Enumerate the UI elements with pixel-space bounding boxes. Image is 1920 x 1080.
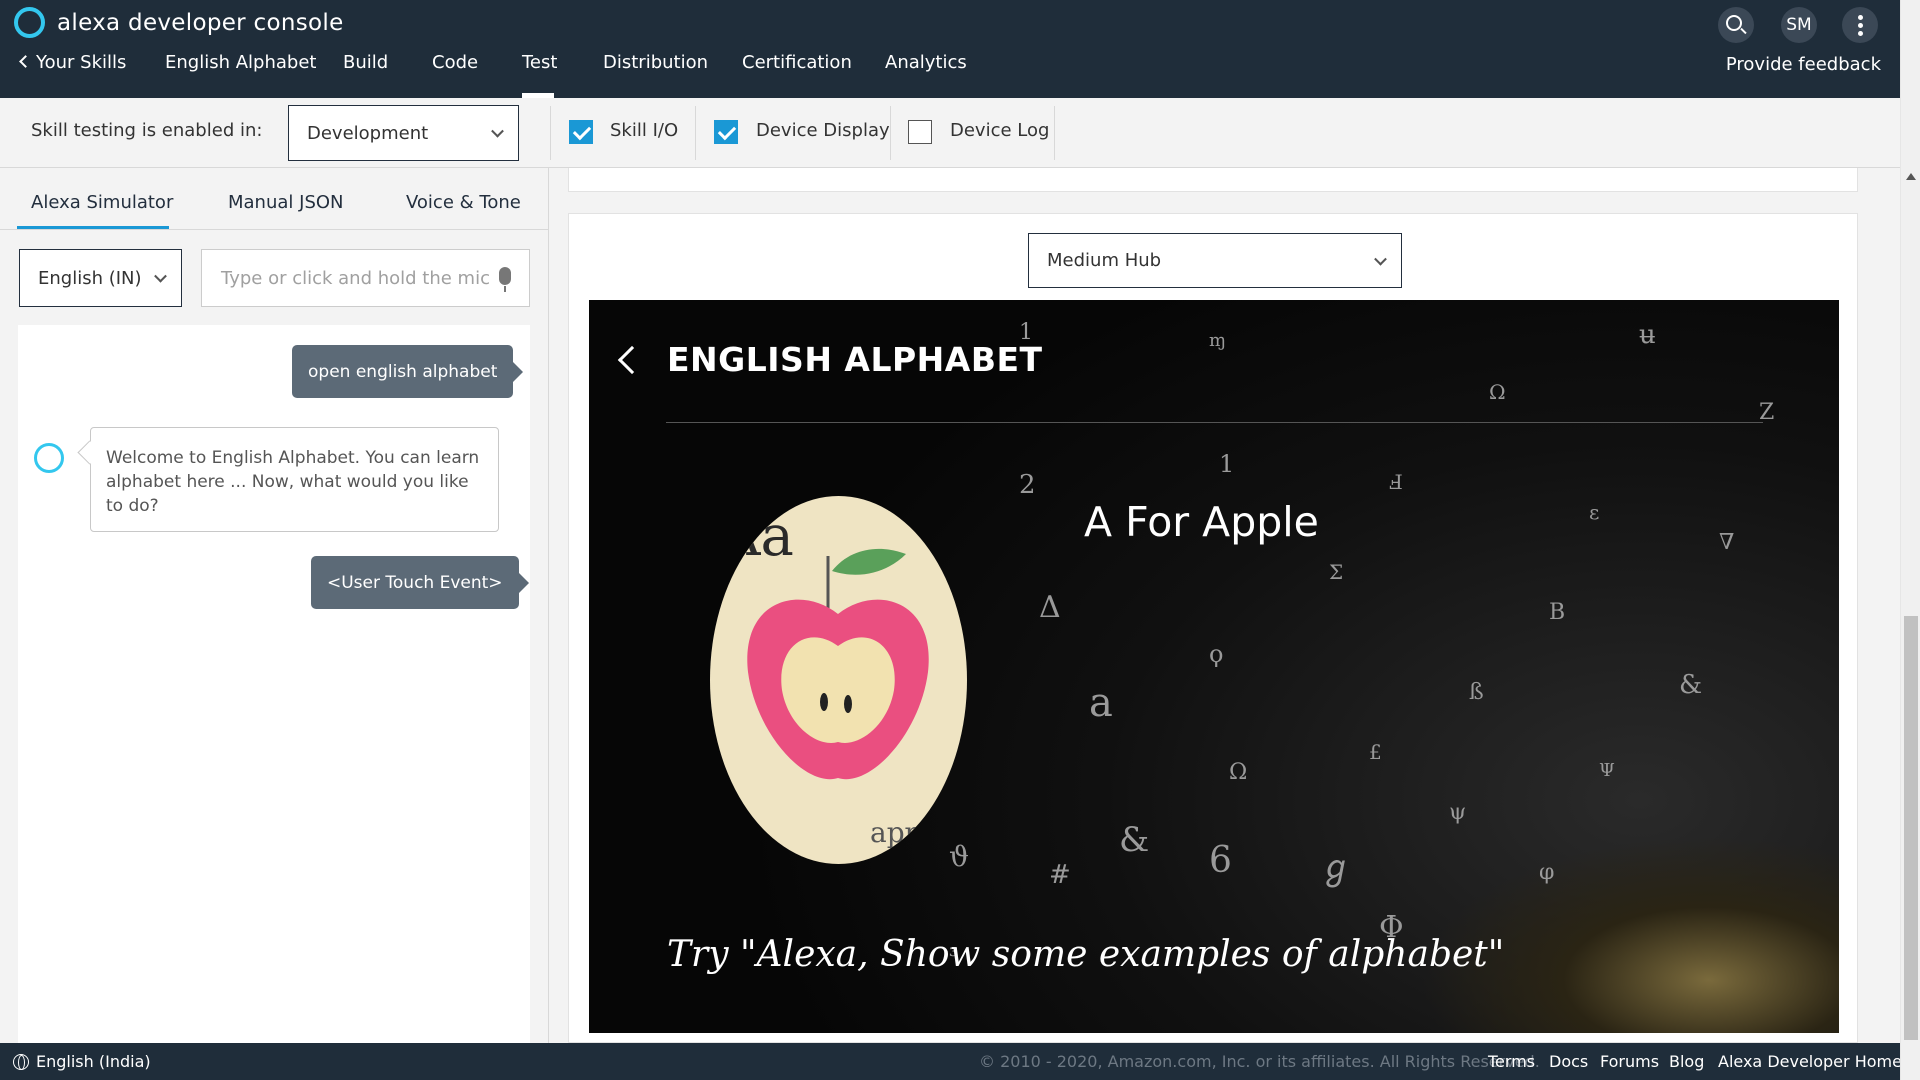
apple-picture: Aa apple [710,496,967,864]
decorative-glyph: & [1119,820,1150,860]
decorative-glyph: B [1549,600,1566,625]
skill-io-label[interactable]: Skill I/O [610,120,678,141]
decorative-glyph: ɱ [1209,330,1227,351]
footer-locale[interactable]: English (India) [36,1052,151,1071]
decorative-glyph: φ [1539,860,1555,885]
echo-show-screen[interactable]: 1 ɱ ʉ Ω Z 1 Ⅎ ε 2 ∇ Δ Σ B a ϙ ß & Ω £ & … [589,300,1839,1033]
alexa-response-bubble[interactable]: Welcome to English Alphabet. You can lea… [90,427,499,532]
decorative-glyph: # [1049,860,1071,890]
alexa-avatar-icon [34,443,64,473]
locale-select[interactable]: English (IN) [19,249,182,307]
decorative-glyph: £ [1369,740,1382,764]
kebab-menu-icon [1857,14,1863,36]
footer-forums-link[interactable]: Forums [1600,1052,1659,1071]
decorative-glyph: ψ [1449,800,1467,825]
decorative-glyph: Ω [1229,760,1248,785]
top-header: alexa developer console SM Your Skills E… [0,0,1900,98]
testing-enabled-label: Skill testing is enabled in: [31,120,263,141]
decorative-glyph: ʉ [1639,320,1656,350]
chat-transcript: open english alphabet Welcome to English… [18,325,530,1043]
nav-certification[interactable]: Certification [742,52,852,98]
nav-build[interactable]: Build [343,52,388,98]
nav-code[interactable]: Code [432,52,478,98]
scroll-up-arrow-icon[interactable] [1906,173,1916,180]
decorative-glyph: ϙ [1209,640,1224,668]
device-select[interactable]: Medium Hub [1028,233,1402,288]
tab-alexa-simulator[interactable]: Alexa Simulator [31,192,173,213]
screen-divider [666,422,1763,423]
search-icon [1726,15,1742,31]
letter-title: A For Apple [1084,498,1319,546]
device-log-label[interactable]: Device Log [950,120,1049,141]
search-button[interactable] [1718,7,1754,43]
tab-manual-json[interactable]: Manual JSON [228,192,344,213]
microphone-icon[interactable] [499,267,511,292]
device-log-checkbox[interactable] [908,120,932,144]
decorative-glyph: ε [1589,500,1600,524]
toolbar-divider [550,106,551,160]
decorative-glyph: & [1679,670,1703,700]
utterance-input[interactable]: Type or click and hold the mic [201,249,530,307]
toolbar-divider [890,106,891,160]
toolbar-divider [695,106,696,160]
chevron-down-icon [1374,252,1387,266]
skill-io-checkbox[interactable] [569,120,593,144]
globe-icon [13,1054,29,1070]
footer-terms-link[interactable]: Terms [1488,1052,1535,1071]
decorative-glyph: ß [1469,680,1484,705]
decorative-glyph: ∇ [1719,530,1735,555]
chevron-down-icon [491,124,504,138]
nav-skill-name[interactable]: English Alphabet [165,52,316,98]
scroll-thumb[interactable] [1904,616,1918,1040]
decorative-glyph: 2 [1019,470,1036,500]
brand-title[interactable]: alexa developer console [57,10,344,36]
footer-blog-link[interactable]: Blog [1669,1052,1704,1071]
user-initials: SM [1786,15,1812,35]
skill-io-card [568,168,1858,192]
device-display-label[interactable]: Device Display [756,120,890,141]
nav-distribution[interactable]: Distribution [603,52,708,98]
nav-your-skills[interactable]: Your Skills [19,52,126,98]
nav-analytics[interactable]: Analytics [885,52,967,98]
apple-icon [747,548,929,780]
decorative-glyph: 1 [1219,450,1235,478]
device-display-checkbox[interactable] [714,120,738,144]
decorative-glyph: Δ [1039,590,1061,625]
page-footer: English (India) © 2010 - 2020, Amazon.co… [0,1043,1902,1080]
toolbar-divider [1054,106,1055,160]
active-tab-indicator [17,226,169,229]
decorative-glyph: Σ [1329,560,1344,584]
footer-docs-link[interactable]: Docs [1549,1052,1588,1071]
decorative-glyph: Ψ [1599,760,1615,781]
screen-title: ENGLISH ALPHABET [667,340,1043,379]
user-utterance-bubble[interactable]: open english alphabet [292,345,514,398]
hint-text: Try "Alexa, Show some examples of alphab… [667,934,1505,975]
test-toolbar: Skill testing is enabled in: Development… [0,98,1900,168]
decorative-glyph: a [1089,680,1113,726]
provide-feedback-link[interactable]: Provide feedback [1726,54,1881,75]
page-scrollbar[interactable] [1900,0,1920,1080]
decorative-glyph: Ⅎ [1389,470,1403,494]
user-avatar-button[interactable]: SM [1781,7,1817,43]
screen-back-icon[interactable] [617,345,647,375]
user-touch-bubble[interactable]: <User Touch Event> [311,556,519,609]
chevron-down-icon [154,269,167,283]
decorative-glyph: ℊ [1319,848,1353,888]
alexa-logo-icon[interactable] [14,7,45,38]
decorative-glyph: 6 [1209,840,1232,881]
simulator-panel: Alexa Simulator Manual JSON Voice & Tone… [0,168,549,1043]
copyright-text: © 2010 - 2020, Amazon.com, Inc. or its a… [979,1052,1540,1071]
tab-voice-tone[interactable]: Voice & Tone [406,192,521,213]
stage-select[interactable]: Development [288,105,519,161]
footer-home-link[interactable]: Alexa Developer Home [1718,1052,1902,1071]
tabs-divider [0,229,549,230]
nav-test[interactable]: Test [522,52,557,98]
more-menu-button[interactable] [1842,7,1878,43]
chevron-left-icon [19,55,32,68]
decorative-glyph: Ω [1489,380,1506,404]
